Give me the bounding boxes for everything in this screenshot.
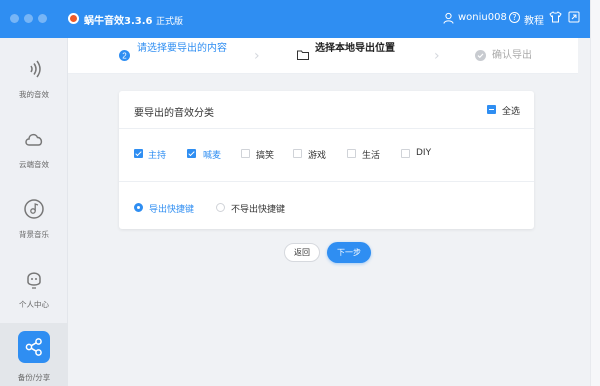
share-icon-tile [18,331,50,363]
category-label-diy[interactable]: DIY [416,148,431,158]
app-edition: 正式版 [155,17,183,27]
question-circle-icon[interactable]: ? [509,12,520,23]
category-label-funny[interactable]: 搞笑 [256,148,274,161]
next-step-button[interactable]: 下一步 [327,242,371,263]
category-label-life[interactable]: 生活 [362,148,380,161]
sidebar-item-label: 我的音效 [19,90,49,99]
folder-icon [297,50,309,60]
snail-logo-icon [68,13,79,24]
category-checkbox-game[interactable] [293,149,302,158]
sidebar-item-profile[interactable]: 个人中心 [0,253,68,323]
export-shortcuts-label[interactable]: 导出快捷键 [149,202,194,215]
export-steps: 2 请选择要导出的内容 › 选择本地导出位置 › 确认导出 [68,38,578,74]
app-title: 蜗牛音效3.3.6 正式版 [84,12,183,27]
sidebar-item-backup-share[interactable]: 备份/分享 [0,323,68,386]
sidebar-item-cloud-sounds[interactable]: 云端音效 [0,113,68,183]
minimize-window-icon[interactable] [24,14,33,23]
sidebar-item-label: 云端音效 [19,160,49,169]
music-disc-icon [24,199,44,219]
step-number: 2 [122,51,127,60]
check-circle-icon [475,50,486,61]
zoom-window-icon[interactable] [38,14,47,23]
category-checkbox-diy[interactable] [401,149,410,158]
user-icon[interactable] [443,12,454,24]
step-confirm-export[interactable]: 确认导出 [492,50,532,62]
category-checkbox-mc[interactable] [187,149,196,158]
close-window-icon[interactable] [10,14,19,23]
user-name[interactable]: woniu008 [458,12,507,23]
step-choose-location[interactable]: 选择本地导出位置 [315,43,401,55]
sidebar: 我的音效 云端音效 背景音乐 个人中心 备份/分享 [0,38,68,386]
sound-waves-icon [30,60,41,78]
shirt-icon[interactable] [549,11,562,23]
sidebar-item-my-sounds[interactable]: 我的音效 [0,43,68,113]
export-shortcuts-radio[interactable] [134,203,143,212]
category-section-title: 要导出的音效分类 [134,108,214,119]
step-select-content[interactable]: 请选择要导出的内容 [137,43,233,55]
sidebar-item-label: 备份/分享 [17,373,51,382]
title-bar: 蜗牛音效3.3.6 正式版 woniu008 ? 教程 [0,0,590,38]
export-options-card: 要导出的音效分类 全选 主持 喊麦 搞笑 游戏 生活 DIY 导出快捷键 不导出… [119,91,534,229]
select-all-label[interactable]: 全选 [502,104,520,117]
app-name: 蜗牛音效3.3.6 [84,16,153,27]
category-checkbox-host[interactable] [134,149,143,158]
category-checkbox-funny[interactable] [241,149,250,158]
sidebar-item-label: 个人中心 [19,300,49,309]
step-number-icon: 2 [119,50,130,61]
sidebar-item-bgm[interactable]: 背景音乐 [0,183,68,253]
back-button[interactable]: 返回 [284,243,320,262]
divider [119,181,534,182]
chevron-right-icon: › [254,48,260,64]
category-label-host[interactable]: 主持 [148,148,166,161]
cloud-icon [25,133,43,146]
category-label-game[interactable]: 游戏 [308,148,326,161]
divider [119,128,534,129]
chevron-right-icon: › [434,48,440,64]
sidebar-item-label: 背景音乐 [19,230,49,239]
mini-mode-icon[interactable] [568,11,580,23]
share-icon [25,338,42,356]
no-export-shortcuts-radio[interactable] [216,203,225,212]
select-all-checkbox[interactable] [487,105,496,114]
category-checkbox-life[interactable] [347,149,356,158]
profile-face-icon [27,272,41,289]
window-right-edge [590,0,600,386]
no-export-shortcuts-label[interactable]: 不导出快捷键 [231,202,285,215]
help-tutorial-link[interactable]: 教程 [524,12,544,27]
category-label-mc[interactable]: 喊麦 [203,148,221,161]
